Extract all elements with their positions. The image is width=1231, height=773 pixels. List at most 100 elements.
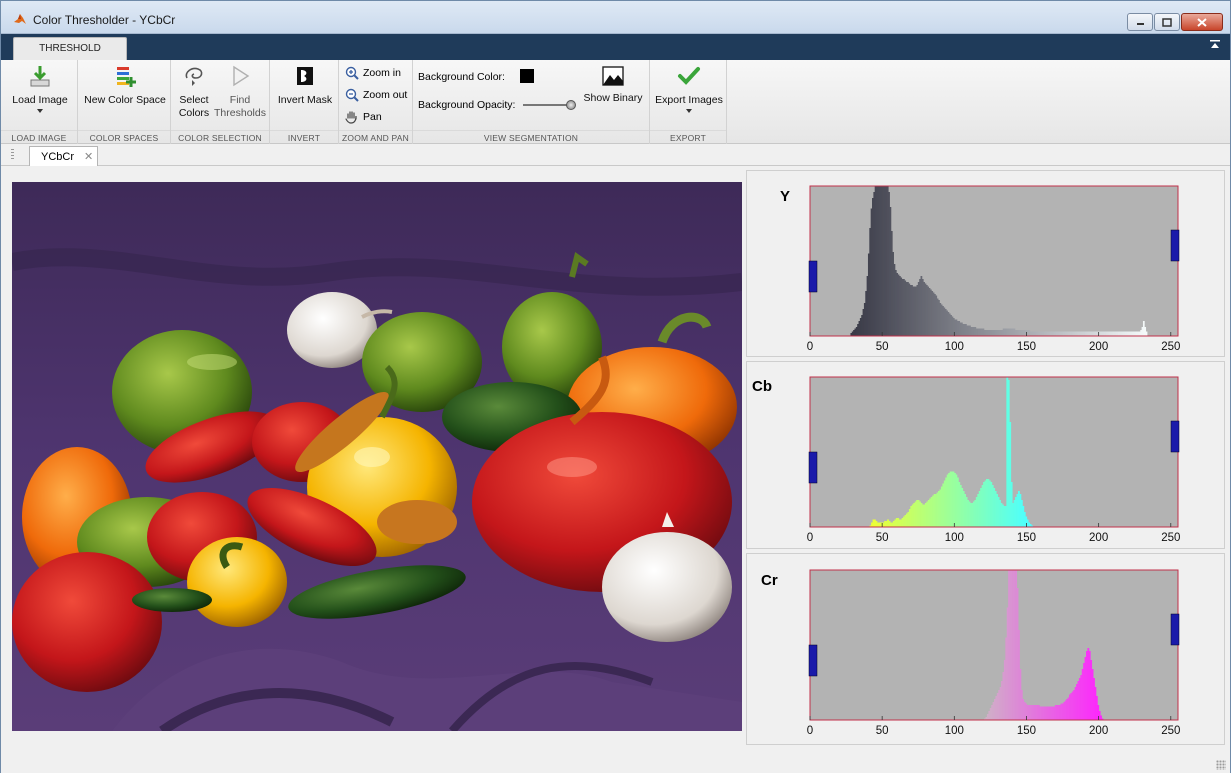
- play-icon: [233, 65, 250, 87]
- upper-threshold-handle[interactable]: [1170, 229, 1180, 262]
- pan-label: Pan: [363, 111, 382, 123]
- status-bar: [1, 753, 1230, 773]
- pan-button[interactable]: Pan: [345, 110, 382, 124]
- x-tick-label: 150: [1017, 341, 1036, 353]
- histogram-cb[interactable]: 0 50 100 150 200 250: [747, 362, 1226, 550]
- show-binary-button[interactable]: Show Binary: [579, 64, 647, 105]
- histogram-panel-cb: Cb 0 50 100 150 200 250: [746, 361, 1225, 549]
- select-colors-label-1: Select: [179, 94, 209, 106]
- upper-threshold-handle[interactable]: [1170, 613, 1180, 646]
- lower-threshold-handle[interactable]: [808, 644, 818, 677]
- zoom-in-button[interactable]: Zoom in: [345, 66, 401, 80]
- chevron-down-icon: [686, 109, 692, 113]
- peppers-image: [12, 182, 742, 731]
- window-title: Color Thresholder - YCbCr: [33, 13, 176, 27]
- histogram-panel-y: Y 0 50 100 150 200 250: [746, 170, 1225, 357]
- x-tick-label: 0: [807, 725, 813, 737]
- load-image-label: Load Image: [12, 94, 68, 106]
- select-colors-label-2: Colors: [178, 107, 210, 119]
- hand-pan-icon: [345, 111, 357, 124]
- drag-grip-icon[interactable]: [11, 149, 14, 161]
- image-view[interactable]: [12, 182, 742, 731]
- x-tick-label: 50: [876, 532, 889, 544]
- group-label-color-selection: COLOR SELECTION: [171, 130, 269, 143]
- invert-mask-icon: [297, 67, 313, 85]
- close-icon: [1197, 17, 1207, 27]
- find-thresholds-label-2: Thresholds: [214, 107, 266, 119]
- new-color-space-icon: [117, 67, 136, 87]
- histogram-cr[interactable]: 0 50 100 150 200 250: [747, 554, 1226, 746]
- group-invert: Invert Mask INVERT: [270, 60, 339, 144]
- x-tick-label: 50: [876, 341, 889, 353]
- minimize-icon: [1136, 23, 1144, 25]
- new-color-space-label: New Color Space: [84, 94, 166, 106]
- histogram-plot-area: [810, 570, 1178, 720]
- show-binary-label: Show Binary: [583, 92, 643, 104]
- checkmark-icon: [678, 67, 700, 85]
- histogram-y[interactable]: 0 50 100 150 200 250: [747, 171, 1226, 358]
- select-colors-button[interactable]: Select Colors: [175, 64, 213, 120]
- group-label-color-spaces: COLOR SPACES: [78, 130, 170, 143]
- histogram-panel-cr: Cr 0 50 100 150 200 250: [746, 553, 1225, 745]
- resize-grip-icon[interactable]: [1216, 760, 1226, 770]
- x-tick-label: 100: [945, 341, 964, 353]
- load-image-icon: [30, 66, 50, 87]
- tab-threshold[interactable]: THRESHOLD: [13, 37, 127, 60]
- export-images-label: Export Images: [655, 94, 723, 106]
- document-tab-label: YCbCr: [41, 151, 75, 163]
- background-opacity-label: Background Opacity:: [418, 99, 516, 111]
- x-tick-label: 50: [876, 725, 889, 737]
- app-window: Color Thresholder - YCbCr THRESHOLD Load…: [0, 0, 1231, 773]
- group-zoom-and-pan: Zoom in Zoom out Pan ZOOM AND PAN: [339, 60, 413, 144]
- document-tab-ycbcr[interactable]: YCbCr ✕: [29, 146, 98, 166]
- maximize-icon: [1162, 17, 1172, 27]
- group-label-export: EXPORT: [650, 130, 726, 143]
- x-tick-label: 250: [1161, 532, 1180, 544]
- chevron-down-icon: [37, 109, 43, 113]
- background-color-label: Background Color:: [418, 71, 505, 83]
- zoom-out-label: Zoom out: [363, 89, 408, 101]
- x-tick-label: 100: [945, 532, 964, 544]
- lower-threshold-handle[interactable]: [808, 451, 818, 484]
- histogram-bar: [1145, 331, 1148, 336]
- new-color-space-button[interactable]: New Color Space: [82, 64, 168, 107]
- upper-threshold-handle[interactable]: [1170, 420, 1180, 453]
- ribbon-toolbar: Load Image LOAD IMAGE New Color Space CO…: [1, 60, 1230, 144]
- zoom-out-icon: [345, 88, 359, 102]
- close-window-button[interactable]: [1181, 13, 1223, 31]
- background-color-swatch[interactable]: [520, 69, 534, 83]
- export-images-button[interactable]: Export Images: [654, 64, 724, 113]
- find-thresholds-button[interactable]: Find Thresholds: [213, 64, 267, 120]
- zoom-in-label: Zoom in: [363, 67, 401, 79]
- find-thresholds-label-1: Find: [229, 94, 251, 106]
- background-opacity-slider-track[interactable]: [523, 104, 571, 106]
- group-label-view-segmentation: VIEW SEGMENTATION: [413, 130, 649, 143]
- freehand-select-icon: [185, 67, 203, 86]
- matlab-logo-icon: [14, 14, 26, 24]
- x-tick-label: 250: [1161, 341, 1180, 353]
- invert-mask-label: Invert Mask: [277, 94, 333, 106]
- load-image-button[interactable]: Load Image: [7, 64, 73, 113]
- group-load-image: Load Image LOAD IMAGE: [1, 60, 78, 144]
- maximize-button[interactable]: [1154, 13, 1180, 31]
- x-tick-label: 200: [1089, 725, 1108, 737]
- lower-threshold-handle[interactable]: [808, 260, 818, 293]
- title-bar: Color Thresholder - YCbCr: [1, 1, 1230, 34]
- invert-mask-button[interactable]: Invert Mask: [274, 64, 336, 107]
- group-label-zoom-and-pan: ZOOM AND PAN: [339, 130, 412, 143]
- group-color-selection: Select Colors Find Thresholds COLOR SELE…: [171, 60, 270, 144]
- ribbon-tabstrip: THRESHOLD: [1, 34, 1230, 60]
- minimize-button[interactable]: [1127, 13, 1153, 31]
- x-tick-label: 100: [945, 725, 964, 737]
- x-tick-label: 0: [807, 341, 813, 353]
- background-opacity-slider-thumb[interactable]: [566, 100, 576, 110]
- zoom-out-button[interactable]: Zoom out: [345, 88, 407, 102]
- binary-image-icon: [602, 66, 624, 86]
- group-color-spaces: New Color Space COLOR SPACES: [78, 60, 171, 144]
- x-tick-label: 150: [1017, 532, 1036, 544]
- close-tab-icon[interactable]: ✕: [84, 150, 93, 163]
- collapse-ribbon-icon[interactable]: [1208, 39, 1222, 53]
- zoom-in-icon: [345, 66, 359, 80]
- group-label-invert: INVERT: [270, 130, 338, 143]
- group-export: Export Images EXPORT: [650, 60, 727, 144]
